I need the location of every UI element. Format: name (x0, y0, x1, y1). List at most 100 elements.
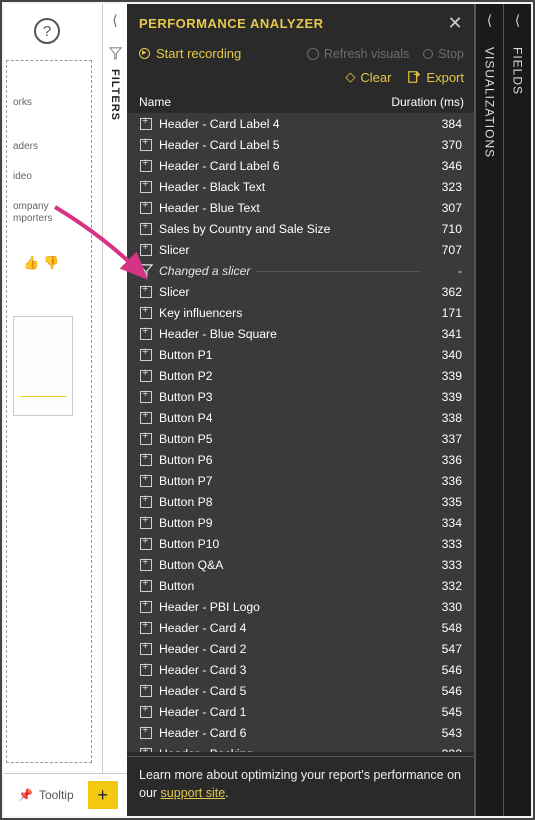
add-page-button[interactable]: + (88, 781, 118, 809)
visual-row[interactable]: Header - Card 1545 (127, 701, 468, 722)
fields-expand-chevron-icon[interactable]: ⟨ (515, 4, 520, 47)
row-name: Sales by Country and Sale Size (159, 222, 420, 236)
expand-icon[interactable] (139, 222, 153, 236)
panel-close-button[interactable]: ✕ (442, 13, 468, 34)
visual-row[interactable]: Button P6336 (127, 449, 468, 470)
visual-row[interactable]: Button Q&A333 (127, 554, 468, 575)
visual-row[interactable]: Button332 (127, 575, 468, 596)
visual-row[interactable]: Header - Black Text323 (127, 176, 468, 197)
expand-icon[interactable] (139, 201, 153, 215)
help-icon[interactable]: ? (34, 18, 60, 44)
expand-icon[interactable] (139, 348, 153, 362)
visual-row[interactable]: Button P7336 (127, 470, 468, 491)
panel-actions-row: Start recording Refresh visuals Stop (127, 42, 474, 67)
visual-row[interactable]: Header - PBI Logo330 (127, 596, 468, 617)
expand-icon[interactable] (139, 621, 153, 635)
expand-icon[interactable] (139, 705, 153, 719)
row-name: Button P4 (159, 411, 420, 425)
panel-actions-row-2: ◇ Clear Export (127, 67, 474, 91)
row-name: Button P1 (159, 348, 420, 362)
expand-icon[interactable] (139, 411, 153, 425)
export-button[interactable]: Export (407, 70, 464, 85)
row-duration: 322 (420, 747, 462, 753)
expand-icon[interactable] (139, 663, 153, 677)
thumbs-down-icon[interactable]: 👎 (43, 255, 59, 271)
expand-icon[interactable] (139, 726, 153, 740)
visual-row[interactable]: Button P4338 (127, 407, 468, 428)
expand-icon[interactable] (139, 390, 153, 404)
expand-icon[interactable] (139, 537, 153, 551)
visual-row[interactable]: Button P3339 (127, 386, 468, 407)
results-list-scroll[interactable]: Header - Card Label 4384Header - Card La… (127, 113, 474, 752)
visual-row[interactable]: Header - Card 4548 (127, 617, 468, 638)
visual-row[interactable]: Header - Backing322 (127, 743, 468, 752)
table-header: Name Duration (ms) (127, 91, 474, 113)
expand-icon[interactable] (139, 600, 153, 614)
visual-row[interactable]: Slicer362 (127, 281, 468, 302)
expand-icon[interactable] (139, 495, 153, 509)
row-duration: 335 (420, 495, 462, 509)
page-tab-tooltip[interactable]: 📌 Tooltip (8, 781, 84, 809)
start-recording-button[interactable]: Start recording (139, 46, 241, 61)
visual-row[interactable]: Header - Card 3546 (127, 659, 468, 680)
row-name: Header - Card 6 (159, 726, 420, 740)
visual-row[interactable]: Header - Card Label 6346 (127, 155, 468, 176)
visual-row[interactable]: Button P10333 (127, 533, 468, 554)
visual-row[interactable]: Header - Card Label 5370 (127, 134, 468, 155)
expand-icon[interactable] (139, 138, 153, 152)
thumbs-up-icon[interactable]: 👍 (23, 255, 39, 271)
expand-icon[interactable] (139, 747, 153, 753)
event-row[interactable]: Changed a slicer- (127, 260, 468, 281)
visual-row[interactable]: Header - Card Label 4384 (127, 113, 468, 134)
expand-icon[interactable] (139, 474, 153, 488)
expand-icon[interactable] (139, 453, 153, 467)
page-tab-label: Tooltip (39, 788, 74, 802)
row-name: Slicer (159, 243, 420, 257)
visual-row[interactable]: Header - Card 5546 (127, 680, 468, 701)
expand-icon[interactable] (139, 285, 153, 299)
visual-row[interactable]: Header - Blue Text307 (127, 197, 468, 218)
expand-icon[interactable] (139, 684, 153, 698)
row-name: Header - Card 5 (159, 684, 420, 698)
visual-row[interactable]: Button P2339 (127, 365, 468, 386)
visual-row[interactable]: Header - Card 2547 (127, 638, 468, 659)
filters-label: FILTERS (109, 69, 121, 121)
expand-icon[interactable] (139, 117, 153, 131)
visual-row[interactable]: Header - Blue Square341 (127, 323, 468, 344)
visual-row[interactable]: Button P5337 (127, 428, 468, 449)
visual-row[interactable]: Sales by Country and Sale Size710 (127, 218, 468, 239)
filter-icon (109, 47, 122, 69)
expand-icon[interactable] (139, 243, 153, 257)
row-name: Button P2 (159, 369, 420, 383)
visual-row[interactable]: Button P9334 (127, 512, 468, 533)
visual-row[interactable]: Key influencers171 (127, 302, 468, 323)
row-name: Header - Card Label 4 (159, 117, 420, 131)
expand-icon[interactable] (139, 516, 153, 530)
visual-row[interactable]: Button P8335 (127, 491, 468, 512)
row-duration: 333 (420, 537, 462, 551)
row-name: Button P6 (159, 453, 420, 467)
expand-icon[interactable] (139, 558, 153, 572)
visualizations-label: VISUALIZATIONS (483, 47, 497, 158)
support-site-link[interactable]: support site (161, 786, 226, 800)
expand-icon[interactable] (139, 327, 153, 341)
expand-icon[interactable] (139, 180, 153, 194)
filters-expand-chevron-icon[interactable]: ⟨ (112, 4, 117, 47)
expand-icon[interactable] (139, 369, 153, 383)
row-duration: - (420, 264, 462, 278)
clear-button[interactable]: ◇ Clear (345, 69, 391, 85)
row-name: Header - Card Label 6 (159, 159, 420, 173)
row-duration: 543 (420, 726, 462, 740)
expand-icon[interactable] (139, 432, 153, 446)
expand-icon[interactable] (139, 642, 153, 656)
visual-row[interactable]: Header - Card 6543 (127, 722, 468, 743)
stop-button[interactable]: Stop (423, 47, 464, 61)
visual-row[interactable]: Button P1340 (127, 344, 468, 365)
visualizations-expand-chevron-icon[interactable]: ⟨ (487, 4, 492, 47)
expand-icon[interactable] (139, 579, 153, 593)
refresh-visuals-button[interactable]: Refresh visuals (307, 47, 409, 61)
visual-row[interactable]: Slicer707 (127, 239, 468, 260)
expand-icon[interactable] (139, 306, 153, 320)
expand-icon[interactable] (139, 159, 153, 173)
row-name: Button Q&A (159, 558, 420, 572)
